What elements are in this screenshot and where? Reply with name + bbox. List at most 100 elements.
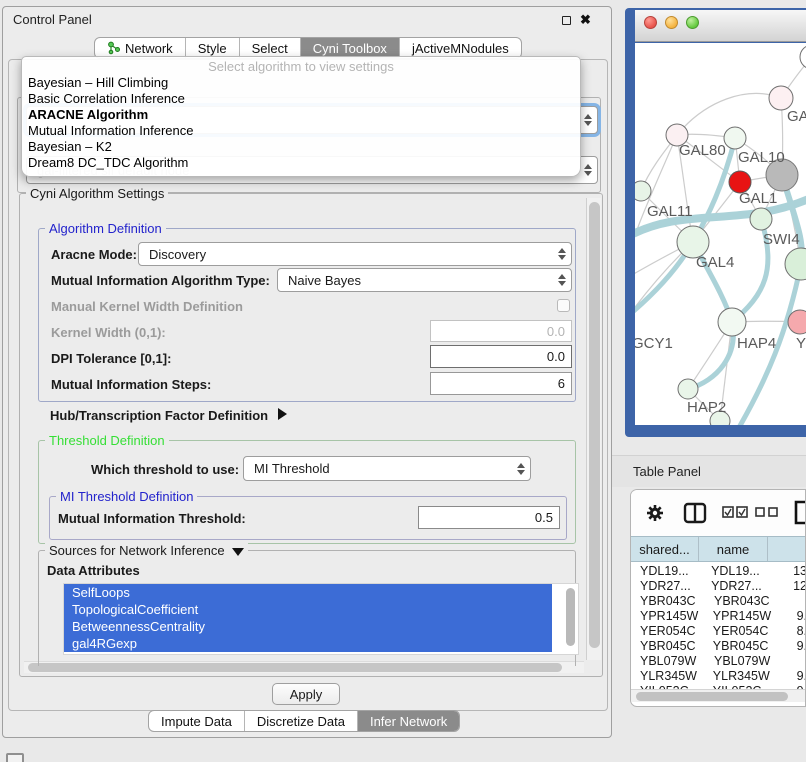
table-panel-strip: Table Panel [612, 455, 806, 487]
dpi-tolerance-value: 0.0 [547, 349, 565, 364]
table-row[interactable]: YER054CYER054C8. [631, 624, 806, 639]
dpi-tolerance-field[interactable]: 0.0 [430, 345, 572, 368]
collapsed-panel-icon[interactable] [6, 753, 24, 762]
minimize-traffic-light-icon[interactable] [665, 16, 678, 29]
aracne-mode-select[interactable]: Discovery [138, 242, 572, 266]
mi-threshold-field[interactable]: 0.5 [418, 506, 560, 529]
popup-item[interactable]: Bayesian – Hill Climbing [22, 75, 580, 91]
mi-type-select[interactable]: Naive Bayes [277, 268, 572, 292]
apply-button[interactable]: Apply [272, 683, 340, 705]
tab-network[interactable]: Network [95, 38, 186, 58]
table-row[interactable]: YPR145WYPR145W9. [631, 609, 806, 624]
node-swi4[interactable] [750, 208, 772, 230]
tab-jactivemnodules-label: jActiveMNodules [412, 41, 509, 56]
network-window-titlebar[interactable] [635, 10, 806, 42]
cell-value: 9. [780, 639, 806, 654]
tab-impute-data-label: Impute Data [161, 714, 232, 729]
gear-icon[interactable] [645, 503, 665, 523]
tab-jactivemnodules[interactable]: jActiveMNodules [400, 38, 521, 58]
popup-item[interactable]: Mutual Information Inference [22, 123, 580, 139]
cell-value: 9. [780, 669, 806, 684]
tab-network-label: Network [125, 41, 173, 56]
tab-impute-data[interactable]: Impute Data [149, 711, 245, 731]
screen: Control Panel ✖ Network Style Select [0, 0, 806, 762]
table-row[interactable]: YBL079WYBL079W [631, 654, 806, 669]
column-chooser-icon[interactable] [683, 502, 707, 524]
table-hscrollbar[interactable] [631, 689, 806, 702]
list-vscrollbar-thumb[interactable] [566, 588, 575, 646]
node-hap4[interactable] [718, 308, 746, 336]
popup-item[interactable]: Bayesian – K2 [22, 139, 580, 155]
mi-steps-value: 6 [558, 376, 565, 391]
cell-name: YDR27... [704, 579, 776, 594]
node[interactable] [785, 248, 806, 280]
cell-name: YBL079W [707, 654, 782, 669]
select-all-icon[interactable] [722, 506, 748, 518]
mi-threshold-label: Mutual Information Threshold: [58, 511, 246, 526]
node-label: GAL4 [696, 254, 734, 271]
collapse-down-icon[interactable] [232, 548, 244, 556]
table-row[interactable]: YBR045CYBR045C9. [631, 639, 806, 654]
combo-stepper-icon [553, 248, 571, 260]
kernel-width-label: Kernel Width (0,1): [51, 325, 166, 340]
sources-group: Sources for Network Inference Data Attri… [38, 550, 576, 666]
table-row[interactable]: YDR27...YDR27...12 [631, 579, 806, 594]
node[interactable] [769, 86, 793, 110]
tab-select[interactable]: Select [240, 38, 301, 58]
column-header-extra[interactable] [768, 537, 806, 561]
which-threshold-select[interactable]: MI Threshold [243, 456, 531, 481]
data-attributes-list[interactable]: SelfLoops TopologicalCoefficient Between… [63, 583, 579, 655]
network-canvas[interactable]: GAL GAL80 GAL10 GAL1 GAL11 SWI4 GAL4 GCY… [635, 43, 806, 425]
settings-vscrollbar[interactable] [586, 198, 601, 660]
table-row[interactable]: YLR345WYLR345W9. [631, 669, 806, 684]
float-window-icon[interactable] [562, 16, 571, 25]
popup-item[interactable]: Dream8 DC_TDC Algorithm [22, 155, 580, 171]
node-gal11[interactable] [635, 181, 651, 201]
manual-kernel-label: Manual Kernel Width Definition [51, 299, 243, 314]
tab-discretize-data[interactable]: Discretize Data [245, 711, 358, 731]
node-label: GCY1 [635, 335, 673, 352]
close-window-icon[interactable]: ✖ [580, 14, 591, 25]
table-row[interactable]: YBR043CYBR043C [631, 594, 806, 609]
column-header-shared[interactable]: shared... [631, 537, 699, 561]
mi-type-label: Mutual Information Algorithm Type: [51, 273, 270, 288]
export-table-icon[interactable] [794, 500, 806, 526]
node-label: HAP4 [737, 335, 776, 352]
deselect-all-icon[interactable] [755, 507, 779, 517]
mi-steps-field[interactable]: 6 [430, 372, 572, 395]
sources-group-title: Sources for Network Inference [45, 543, 248, 558]
popup-placeholder: Select algorithm to view settings [22, 59, 580, 75]
list-item[interactable]: gal4RGexp [64, 635, 552, 652]
cyni-algorithm-settings-group: Cyni Algorithm Settings Algorithm Defini… [19, 193, 603, 677]
node-gal10[interactable] [724, 127, 746, 149]
tab-infer-network[interactable]: Infer Network [358, 711, 459, 731]
settings-vscrollbar-thumb[interactable] [589, 202, 600, 648]
table-toolbar [631, 490, 806, 536]
mi-threshold-value: 0.5 [535, 510, 553, 525]
node-label: GAL1 [739, 190, 777, 207]
expand-right-icon[interactable] [278, 408, 287, 420]
list-item[interactable]: SelfLoops [64, 584, 552, 601]
mi-steps-label: Mutual Information Steps: [51, 377, 211, 392]
kernel-width-field[interactable]: 0.0 [430, 320, 572, 342]
tab-style[interactable]: Style [186, 38, 240, 58]
node[interactable] [800, 45, 806, 69]
table-row[interactable]: YDL19...YDL19...13 [631, 564, 806, 579]
zoom-traffic-light-icon[interactable] [686, 16, 699, 29]
node-hap2[interactable] [678, 379, 698, 399]
close-traffic-light-icon[interactable] [644, 16, 657, 29]
popup-item-selected[interactable]: ARACNE Algorithm [22, 107, 580, 123]
node-label: SWI4 [763, 231, 800, 248]
manual-kernel-checkbox[interactable] [557, 299, 570, 312]
column-header-name[interactable]: name [699, 537, 768, 561]
list-item[interactable]: BetweennessCentrality [64, 618, 552, 635]
cyni-bottom-tabbar: Impute Data Discretize Data Infer Networ… [148, 710, 460, 732]
tab-discretize-data-label: Discretize Data [257, 714, 345, 729]
table-hscrollbar-thumb[interactable] [636, 692, 788, 701]
kernel-width-value: 0.0 [547, 324, 565, 339]
popup-item[interactable]: Basic Correlation Inference [22, 91, 580, 107]
tab-infer-network-label: Infer Network [370, 714, 447, 729]
tab-cyni-toolbox[interactable]: Cyni Toolbox [301, 38, 400, 58]
list-item[interactable]: TopologicalCoefficient [64, 601, 552, 618]
sources-title-text: Sources for Network Inference [49, 543, 225, 558]
